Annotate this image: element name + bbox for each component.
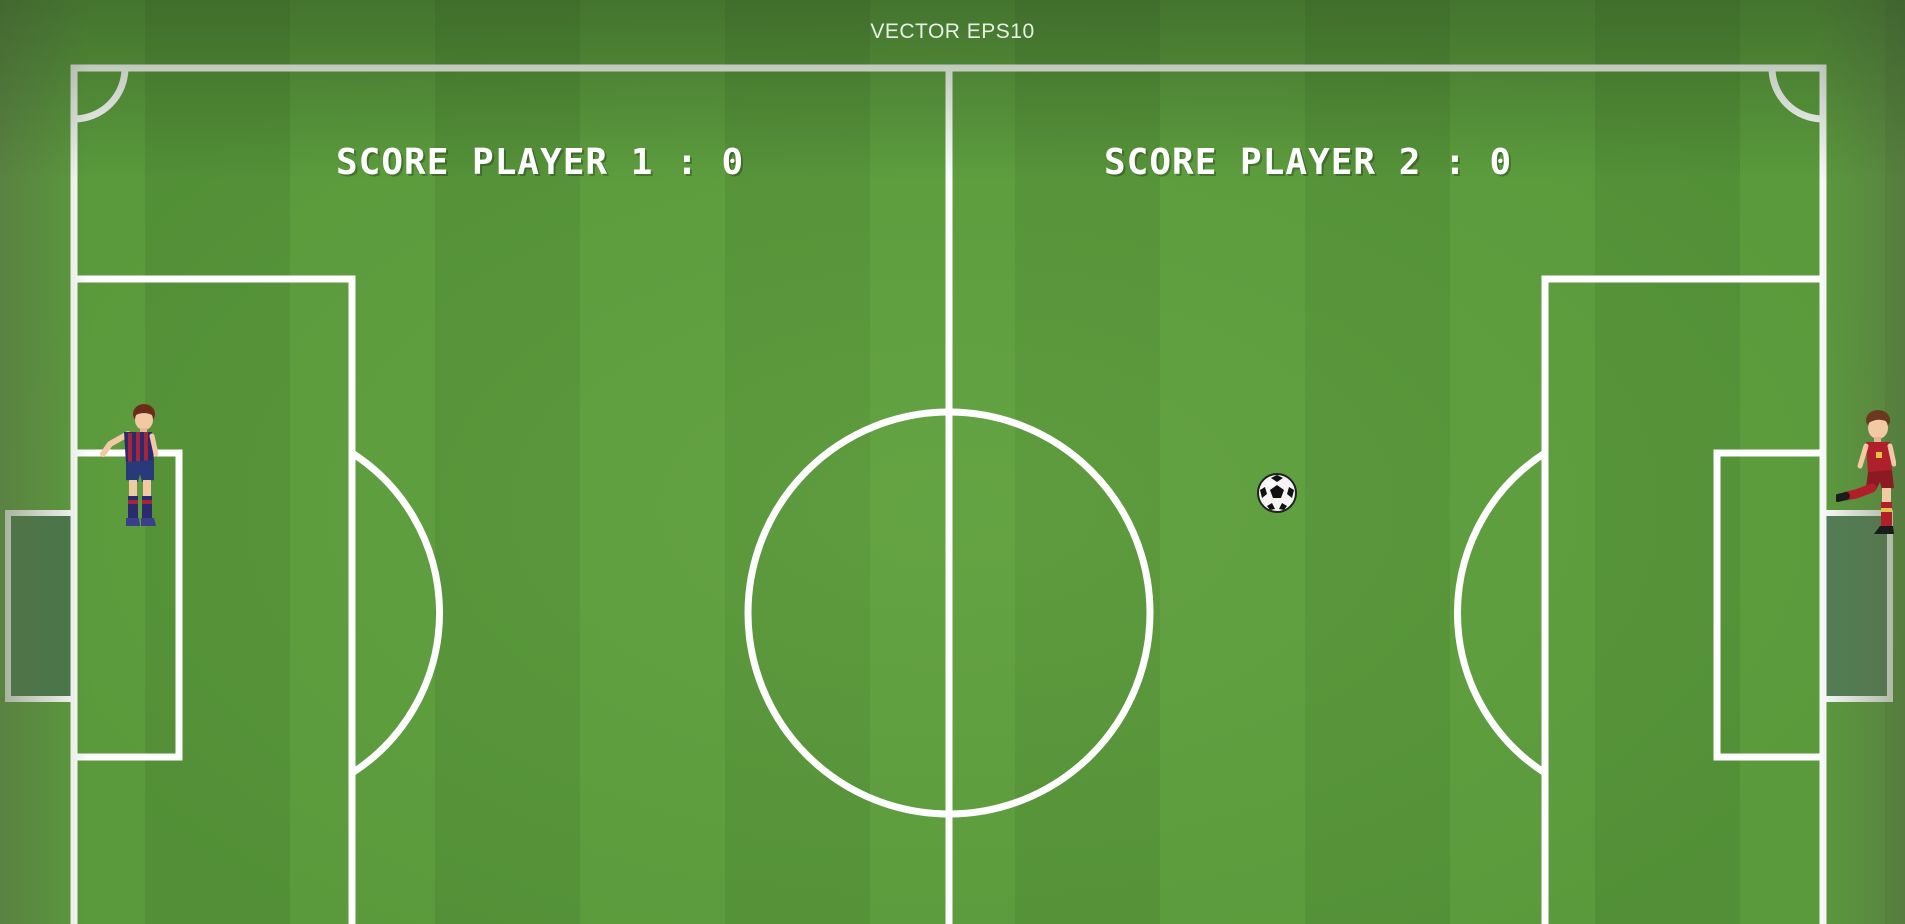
left-penalty-arc xyxy=(350,450,444,776)
left-goal xyxy=(5,510,77,702)
watermark-text: VECTOR EPS10 xyxy=(870,20,1035,43)
score-player-1-value: 0 xyxy=(721,142,745,183)
player-2-sprite[interactable] xyxy=(1836,408,1896,538)
score-player-2-value: 0 xyxy=(1489,142,1513,183)
right-goal-area xyxy=(1713,449,1827,761)
corner-arc-top-right xyxy=(1768,67,1824,123)
corner-arc-top-left xyxy=(73,67,129,123)
score-player-2-label: SCORE PLAYER 2 xyxy=(1104,142,1422,183)
score-player-2: SCORE PLAYER 2 : 0 xyxy=(1104,142,1512,183)
score-player-1-separator: : xyxy=(676,142,699,183)
game-stage: VECTOR EPS10 SCORE PLAYER 1 : 0 SCORE PL… xyxy=(0,0,1905,924)
right-penalty-area xyxy=(1541,275,1827,924)
left-penalty-area xyxy=(70,275,356,924)
right-goal xyxy=(1820,510,1893,702)
score-player-1-label: SCORE PLAYER 1 xyxy=(336,142,654,183)
score-player-2-separator: : xyxy=(1444,142,1467,183)
right-penalty-arc xyxy=(1453,450,1547,776)
player-1-sprite[interactable] xyxy=(98,402,164,530)
soccer-ball-icon[interactable] xyxy=(1256,472,1298,514)
score-player-1: SCORE PLAYER 1 : 0 xyxy=(336,142,744,183)
pitch-markings xyxy=(5,64,1893,924)
